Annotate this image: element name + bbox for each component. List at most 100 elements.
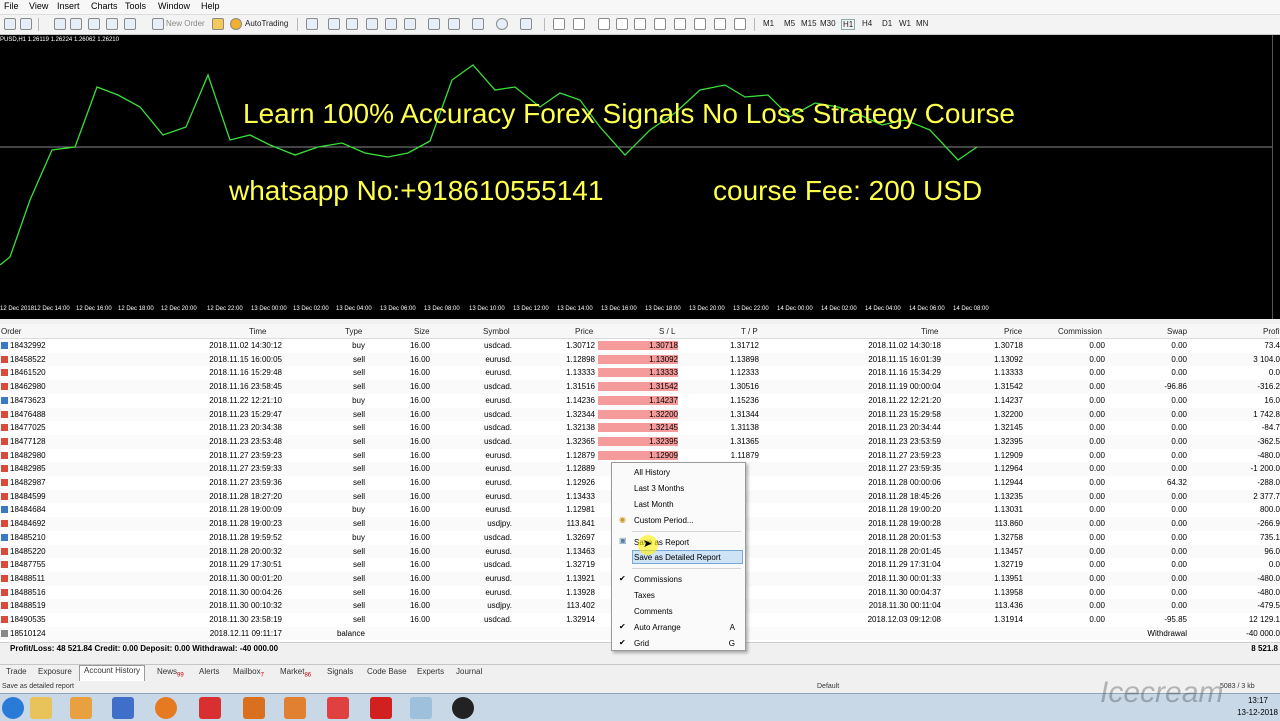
autoscroll-icon[interactable]: [448, 18, 460, 30]
col-close-price[interactable]: Price: [1004, 327, 1022, 336]
table-row[interactable]: 18476488 2018.11.23 15:29:47 sell 16.00 usdc…: [0, 407, 1280, 422]
line-chart-icon[interactable]: [346, 18, 358, 30]
tab-trade[interactable]: Trade: [2, 667, 31, 680]
data-window-icon[interactable]: [88, 18, 100, 30]
media-player-icon[interactable]: [70, 697, 92, 719]
autotrading-button[interactable]: AutoTrading: [245, 19, 288, 28]
menu-custom-period[interactable]: Custom Period...: [634, 516, 694, 525]
cursor-icon[interactable]: [553, 18, 565, 30]
tab-mailbox[interactable]: Mailbox7: [229, 667, 268, 680]
navigator-icon[interactable]: [70, 18, 82, 30]
app-icon[interactable]: [452, 697, 474, 719]
table-row[interactable]: 18477128 2018.11.23 23:53:48 sell 16.00 usdc…: [0, 434, 1280, 449]
timeframe-m30[interactable]: M30: [820, 19, 836, 28]
app-icon[interactable]: [370, 697, 392, 719]
new-order-icon[interactable]: [152, 18, 164, 30]
profiles-icon[interactable]: [20, 18, 32, 30]
table-row[interactable]: 18461520 2018.11.16 15:29:48 sell 16.00 euru…: [0, 366, 1280, 380]
periods-icon[interactable]: [496, 18, 508, 30]
firefox-icon[interactable]: [155, 697, 177, 719]
candlesticks-icon[interactable]: [328, 18, 340, 30]
col-tp[interactable]: T / P: [741, 327, 758, 336]
timeframe-m1[interactable]: M1: [763, 19, 774, 28]
timeframe-mn[interactable]: MN: [916, 19, 928, 28]
col-swap[interactable]: Swap: [1167, 327, 1187, 336]
table-row[interactable]: 18432992 2018.11.02 14:30:12 buy 16.00 usdca…: [0, 339, 1280, 353]
text-icon[interactable]: [694, 18, 706, 30]
chart-shift-icon[interactable]: [428, 18, 440, 30]
zoom-out-icon[interactable]: [385, 18, 397, 30]
start-icon[interactable]: [2, 697, 24, 719]
timeframe-m5[interactable]: M5: [784, 19, 795, 28]
text-label-icon[interactable]: [714, 18, 726, 30]
timeframe-h1[interactable]: H1: [841, 19, 856, 30]
timeframe-d1[interactable]: D1: [882, 19, 892, 28]
menu-help[interactable]: Help: [201, 1, 220, 11]
menu-commissions[interactable]: Commissions: [634, 575, 682, 584]
app-icon[interactable]: [112, 697, 134, 719]
col-size[interactable]: Size: [414, 327, 430, 336]
tab-experts[interactable]: Experts: [413, 667, 448, 680]
table-row[interactable]: 18477025 2018.11.23 20:34:38 sell 16.00 usdc…: [0, 421, 1280, 435]
terminal-icon[interactable]: [106, 18, 118, 30]
new-order-button[interactable]: New Order: [166, 19, 205, 28]
timeframe-h4[interactable]: H4: [862, 19, 872, 28]
new-chart-icon[interactable]: [4, 18, 16, 30]
table-row[interactable]: 18462980 2018.11.16 23:58:45 sell 16.00 usdc…: [0, 380, 1280, 394]
tab-signals[interactable]: Signals: [323, 667, 357, 680]
table-row[interactable]: 18458522 2018.11.15 16:00:05 sell 16.00 euru…: [0, 352, 1280, 367]
horizontal-line-icon[interactable]: [616, 18, 628, 30]
bar-chart-icon[interactable]: [306, 18, 318, 30]
crosshair-icon[interactable]: [573, 18, 585, 30]
fibonacci-icon[interactable]: [674, 18, 686, 30]
tab-alerts[interactable]: Alerts: [195, 667, 223, 680]
tab-account-history[interactable]: Account History: [79, 665, 146, 681]
app-icon[interactable]: [284, 697, 306, 719]
tab-code-base[interactable]: Code Base: [363, 667, 411, 680]
price-chart[interactable]: PUSD,H1 1.26119 1.26224 1.26062 1.26210 …: [0, 35, 1272, 319]
tab-exposure[interactable]: Exposure: [34, 667, 76, 680]
app-icon[interactable]: [243, 697, 265, 719]
explorer-icon[interactable]: [30, 697, 52, 719]
col-sl[interactable]: S / L: [659, 327, 675, 336]
table-row[interactable]: 18482980 2018.11.27 23:59:23 sell 16.00 euru…: [0, 449, 1280, 463]
menu-comments[interactable]: Comments: [634, 607, 673, 616]
col-open-price[interactable]: Price: [575, 327, 593, 336]
menu-auto-arrange[interactable]: Auto Arrange: [634, 623, 681, 632]
menu-tools[interactable]: Tools: [125, 1, 146, 11]
col-open-time[interactable]: Time: [249, 327, 266, 336]
col-close-time[interactable]: Time: [921, 327, 938, 336]
col-type[interactable]: Type: [345, 327, 362, 336]
menu-charts[interactable]: Charts: [91, 1, 118, 11]
menu-grid[interactable]: Grid: [634, 639, 649, 648]
table-row[interactable]: 18473623 2018.11.22 12:21:10 buy 16.00 eurus…: [0, 394, 1280, 408]
timeframe-m15[interactable]: M15: [801, 19, 817, 28]
strategy-tester-icon[interactable]: [124, 18, 136, 30]
menu-view[interactable]: View: [29, 1, 48, 11]
menu-last-3-months[interactable]: Last 3 Months: [634, 484, 684, 493]
menu-file[interactable]: File: [4, 1, 19, 11]
menu-all-history[interactable]: All History: [634, 468, 670, 477]
templates-icon[interactable]: [520, 18, 532, 30]
tab-journal[interactable]: Journal: [452, 667, 486, 680]
timeframe-w1[interactable]: W1: [899, 19, 911, 28]
menu-last-month[interactable]: Last Month: [634, 500, 674, 509]
app-icon[interactable]: [410, 697, 432, 719]
anydesk-icon[interactable]: [327, 697, 349, 719]
col-profit[interactable]: Profit: [1263, 327, 1280, 336]
tab-news[interactable]: News99: [153, 667, 188, 680]
menu-window[interactable]: Window: [158, 1, 190, 11]
col-symbol[interactable]: Symbol: [483, 327, 510, 336]
app-icon[interactable]: [199, 697, 221, 719]
indicators-icon[interactable]: [472, 18, 484, 30]
col-commission[interactable]: Commission: [1058, 327, 1102, 336]
menu-insert[interactable]: Insert: [57, 1, 80, 11]
autotrading-icon[interactable]: [230, 18, 242, 30]
menu-taxes[interactable]: Taxes: [634, 591, 655, 600]
col-order[interactable]: Order: [1, 327, 21, 336]
arrows-icon[interactable]: [734, 18, 746, 30]
market-watch-icon[interactable]: [54, 18, 66, 30]
metaeditor-icon[interactable]: [212, 18, 224, 30]
channel-icon[interactable]: [654, 18, 666, 30]
tab-market[interactable]: Market86: [276, 667, 315, 680]
